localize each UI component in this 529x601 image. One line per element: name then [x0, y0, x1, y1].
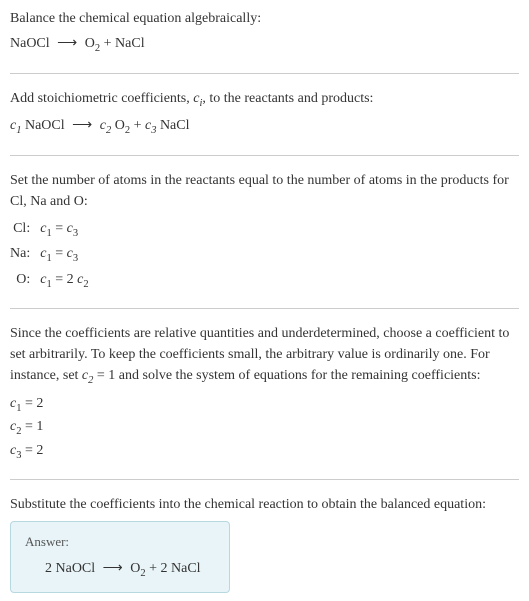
atoms-table: Cl: c1 = c3 Na: c1 = c3 O: c1 = 2 c2: [10, 218, 89, 293]
section-answer: Substitute the coefficients into the che…: [10, 494, 519, 592]
coeff-line: c2 = 1: [10, 416, 519, 440]
arrow-icon: ⟶: [68, 118, 96, 133]
balance-text: Set the number of atoms in the reactants…: [10, 170, 519, 212]
arrow-icon: ⟶: [99, 561, 127, 576]
balance-eq: c1 = 2 c2: [40, 269, 88, 293]
product-o2: O2: [85, 36, 100, 51]
balanced-equation: 2 NaOCl ⟶ O2 + 2 NaCl: [25, 558, 215, 582]
product-nacl: NaCl: [115, 36, 145, 51]
coeff-line: c3 = 2: [10, 440, 519, 464]
section-intro: Balance the chemical equation algebraica…: [10, 8, 519, 74]
section-solve: Since the coefficients are relative quan…: [10, 323, 519, 480]
coefficient-list: c1 = 2 c2 = 1 c3 = 2: [10, 393, 519, 464]
element-label: O:: [10, 269, 30, 293]
answer-label: Answer:: [25, 532, 215, 552]
balance-eq: c1 = c3: [40, 218, 88, 242]
solve-text: Since the coefficients are relative quan…: [10, 323, 519, 389]
arrow-icon: ⟶: [53, 36, 81, 51]
reactant: NaOCl: [10, 36, 50, 51]
answer-box: Answer: 2 NaOCl ⟶ O2 + 2 NaCl: [10, 521, 230, 592]
element-label: Cl:: [10, 218, 30, 242]
plus: +: [100, 36, 115, 51]
substitute-text: Substitute the coefficients into the che…: [10, 494, 519, 515]
section-coefficients: Add stoichiometric coefficients, ci, to …: [10, 88, 519, 156]
unbalanced-equation: NaOCl ⟶ O2 + NaCl: [10, 33, 519, 57]
section-atom-balance: Set the number of atoms in the reactants…: [10, 170, 519, 310]
element-label: Na:: [10, 243, 30, 267]
coeff-line: c1 = 2: [10, 393, 519, 417]
balance-eq: c1 = c3: [40, 243, 88, 267]
stoich-equation: c1 NaOCl ⟶ c2 O2 + c3 NaCl: [10, 115, 519, 139]
intro-text: Balance the chemical equation algebraica…: [10, 8, 519, 29]
coeff-text: Add stoichiometric coefficients, ci, to …: [10, 88, 519, 112]
